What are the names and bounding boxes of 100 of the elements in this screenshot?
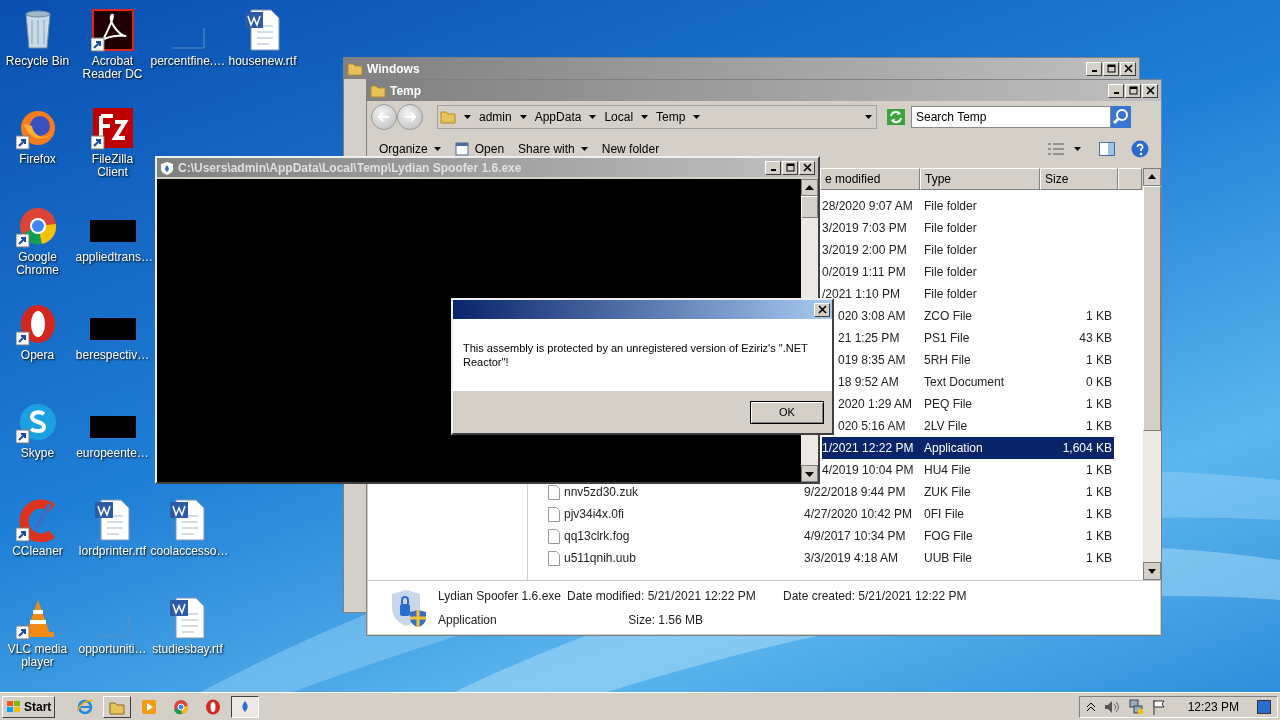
date-modified: 4/2019 10:04 PM [822, 462, 915, 479]
speaker-icon [1103, 699, 1120, 714]
desktop-icon-label[interactable]: Acrobat Reader DC [75, 55, 150, 81]
maximize-button[interactable] [1103, 61, 1119, 76]
file-size: 43 KB [1078, 330, 1113, 347]
toolbar-button[interactable]: New folder [601, 140, 660, 158]
file-row[interactable]: 9/22/2018 9:44 PM ZUK File 1 KB [804, 481, 1114, 503]
file-name[interactable]: qq13clrk.fog [564, 527, 630, 545]
close-icon [817, 305, 827, 314]
breadcrumb-item[interactable]: AppData [534, 108, 582, 126]
minimize-button[interactable] [765, 160, 781, 175]
file-type: PS1 File [923, 330, 971, 347]
desktop-icon-label[interactable]: FileZilla Client [75, 153, 150, 179]
desktop-icon-label[interactable]: europeente… [75, 447, 150, 460]
flag-icon [1151, 698, 1166, 715]
desktop-icon-label[interactable]: CCleaner [0, 545, 75, 558]
desktop-icon-label[interactable]: appliedtrans… [75, 251, 150, 264]
toolbar-button[interactable]: Open [454, 140, 505, 158]
start-button[interactable]: Start [2, 695, 56, 718]
close-button[interactable] [1120, 61, 1136, 76]
close-button[interactable] [1142, 83, 1158, 98]
file-name[interactable]: pjv34i4x.0fi [564, 505, 625, 523]
date-modified: 0/2019 1:11 PM [822, 264, 907, 281]
breadcrumb-item[interactable]: admin [479, 108, 512, 126]
file-row[interactable]: 020 5:16 AM 2LV File 1 KB [838, 415, 1114, 437]
column-header[interactable]: Type [920, 168, 1040, 190]
back-button[interactable] [371, 104, 397, 130]
file-type: 5RH File [923, 352, 972, 369]
file-type: UUB File [923, 550, 973, 567]
desktop-icon-label[interactable]: lordprinter.rtf [75, 545, 150, 558]
selected-row[interactable]: 1/2021 12:22 PM Application 1,604 KB [822, 437, 1114, 459]
file-type: Application [438, 611, 498, 629]
caret-icon [464, 115, 471, 119]
desktop-icon-label[interactable]: Opera [0, 349, 75, 362]
search-field[interactable]: Search Temp [911, 106, 1111, 128]
scrollbar-thumb[interactable] [801, 196, 818, 218]
file-row[interactable]: 020 3:08 AM ZCO File 1 KB [838, 305, 1114, 327]
show-hidden-icons-icon [1085, 701, 1096, 712]
toolbar-button[interactable]: Organize [379, 140, 441, 158]
desktop-icon-label[interactable]: Skype [0, 447, 75, 460]
column-header[interactable]: e modified [820, 168, 920, 190]
file-row[interactable]: 2020 1:29 AM PEQ File 1 KB [838, 393, 1114, 415]
close-button[interactable] [814, 302, 830, 317]
minimize-button[interactable] [1086, 61, 1102, 76]
column-header[interactable] [1118, 168, 1142, 190]
file-row[interactable]: /2021 1:10 PM File folder [822, 283, 1114, 305]
file-type: 2LV File [923, 418, 969, 435]
address-bar[interactable]: admin AppData Local Temp [437, 105, 877, 129]
forward-button[interactable] [397, 104, 423, 130]
close-button[interactable] [799, 160, 815, 175]
search-icon[interactable] [1111, 106, 1131, 128]
help-icon [1131, 140, 1149, 158]
file-size: 1 KB [1085, 528, 1113, 545]
shield-icon [160, 160, 174, 175]
file-row[interactable]: 4/27/2020 10:42 PM 0FI File 1 KB [804, 503, 1114, 525]
desktop-icon-label[interactable]: Recycle Bin [0, 55, 75, 68]
scrollbar[interactable] [1143, 168, 1161, 580]
file-row[interactable]: 4/2019 10:04 PM HU4 File 1 KB [822, 459, 1114, 481]
file-type: ZCO File [923, 308, 973, 325]
toolbar-button[interactable]: Share with [518, 140, 588, 158]
taskbar-app-button[interactable] [231, 695, 260, 718]
desktop-icon-label[interactable]: Google Chrome [0, 251, 75, 277]
file-name[interactable]: nnv5zd30.zuk [564, 483, 639, 501]
file-row[interactable]: 21 1:25 PM PS1 File 43 KB [838, 327, 1114, 349]
file-row[interactable]: 18 9:52 AM Text Document 0 KB [838, 371, 1114, 393]
file-type: File folder [923, 286, 978, 303]
file-row[interactable]: 3/2019 7:03 PM File folder [822, 217, 1114, 239]
date-modified: Date modified: 5/21/2021 12:22 PM [567, 587, 757, 605]
file-row[interactable]: 019 8:35 AM 5RH File 1 KB [838, 349, 1114, 371]
scrollbar-thumb[interactable] [1143, 186, 1161, 431]
close-icon [1123, 64, 1133, 73]
caret-icon [693, 115, 701, 119]
file-row[interactable]: 4/9/2017 10:34 PM FOG File 1 KB [804, 525, 1114, 547]
file-type: FOG File [923, 528, 974, 545]
desktop-icon-label[interactable]: coolaccesso… [150, 545, 225, 558]
date-modified: 28/2020 9:07 AM [822, 198, 914, 215]
desktop-icon-label[interactable]: berespectiv… [75, 349, 150, 362]
breadcrumb-item[interactable]: Local [604, 108, 634, 126]
date-modified: 3/2019 2:00 PM [822, 242, 908, 259]
breadcrumb-item[interactable]: Temp [656, 108, 686, 126]
desktop-icon-label[interactable]: housenew.rtf [225, 55, 300, 68]
date-modified: 3/2019 7:03 PM [822, 220, 908, 237]
minimize-button[interactable] [1108, 83, 1124, 98]
file-row[interactable]: 28/2020 9:07 AM File folder [822, 195, 1114, 217]
maximize-button[interactable] [1125, 83, 1141, 98]
folder-icon [347, 60, 363, 77]
app-icon [141, 698, 158, 715]
app-icon[interactable] [90, 106, 135, 150]
file-size: 1 KB [1085, 396, 1113, 413]
file-name[interactable]: u511qnih.uub [564, 549, 636, 567]
caret-icon [433, 147, 441, 151]
desktop-icon-label[interactable]: Firefox [0, 153, 75, 166]
maximize-button[interactable] [782, 160, 798, 175]
file-row[interactable]: 3/2019 2:00 PM File folder [822, 239, 1114, 261]
ok-button[interactable]: OK [750, 400, 824, 424]
column-header[interactable]: Size [1040, 168, 1118, 190]
desktop-icon-label[interactable]: percentfine.… [150, 55, 225, 68]
app-icon[interactable] [90, 8, 135, 52]
file-row[interactable]: 0/2019 1:11 PM File folder [822, 261, 1114, 283]
file-row[interactable]: 3/3/2019 4:18 AM UUB File 1 KB [804, 547, 1114, 569]
